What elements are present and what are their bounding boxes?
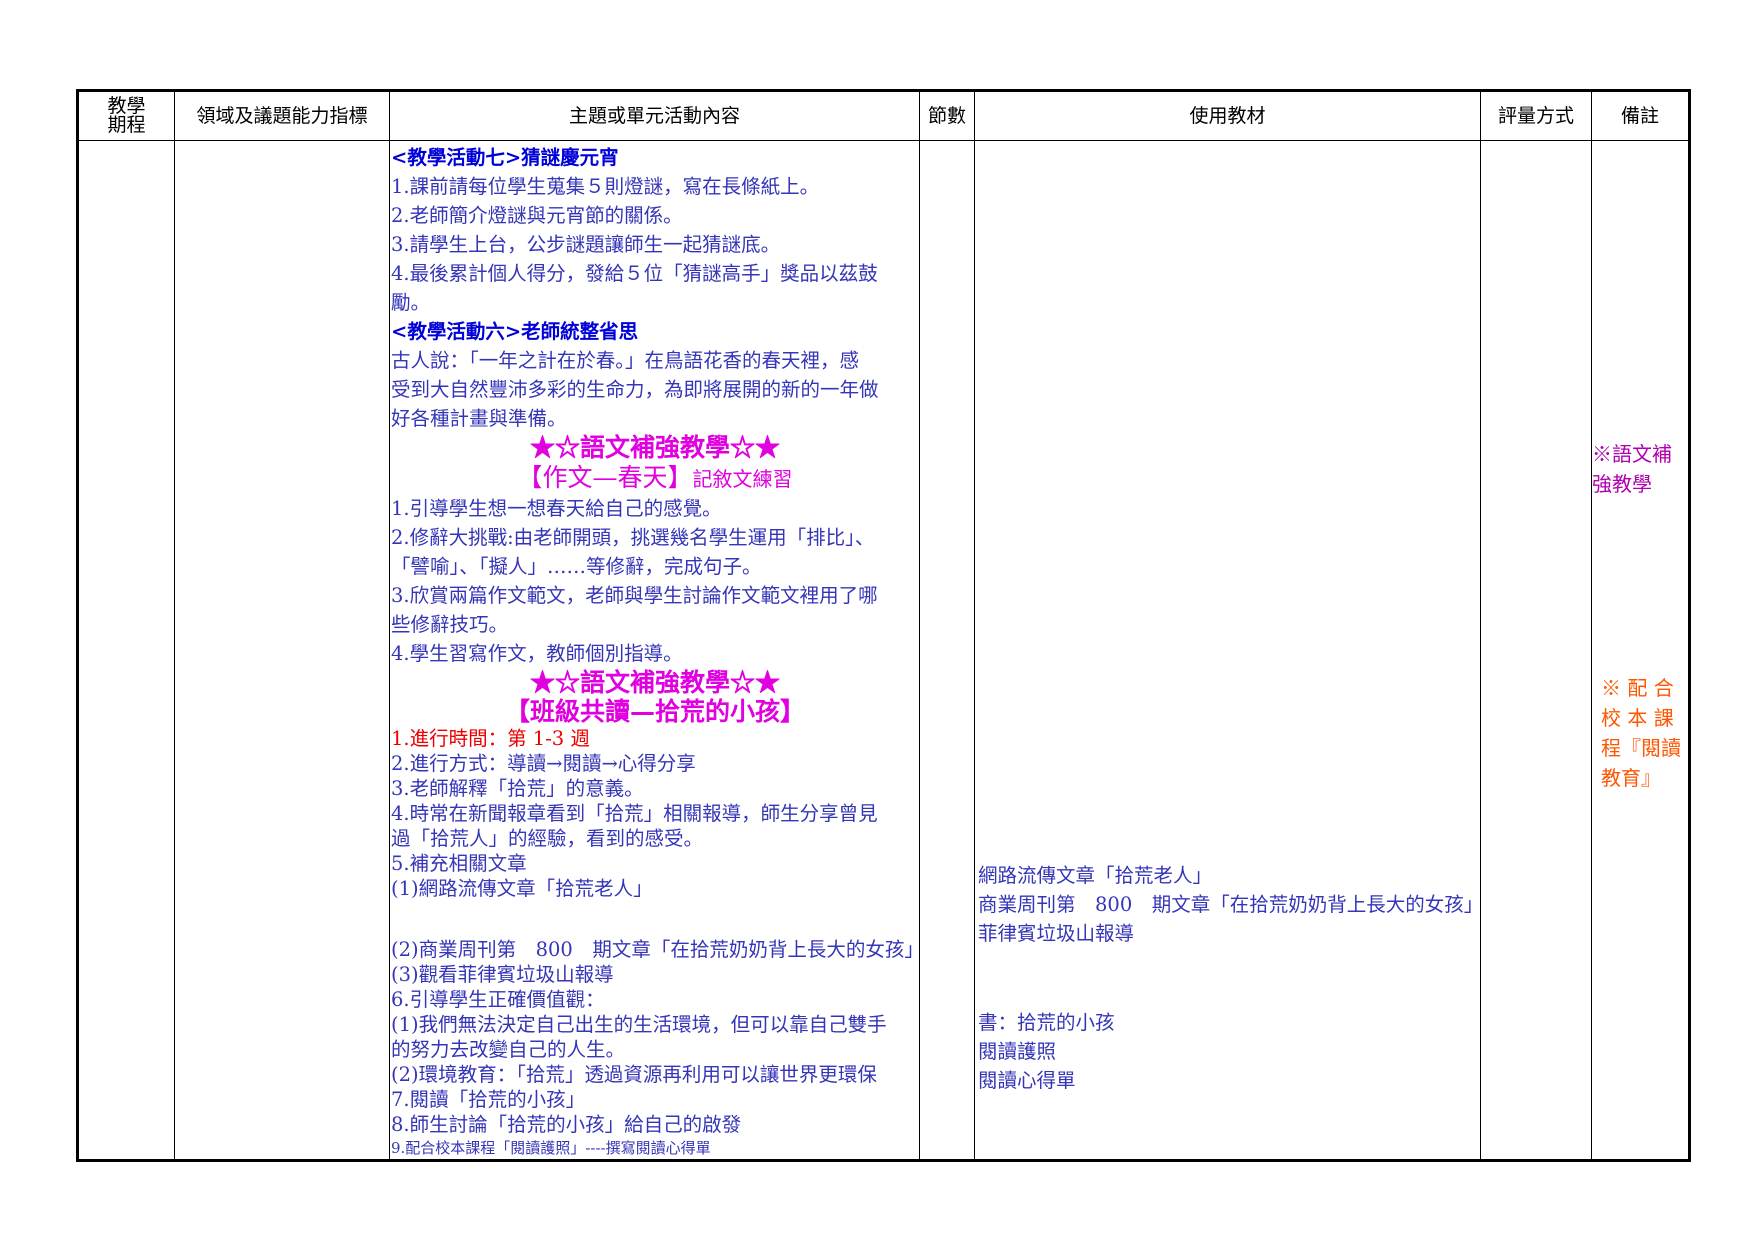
remark-language-support: ※語文補	[1592, 442, 1672, 466]
reading-title: 【班級共讀—拾荒的小孩】	[504, 697, 805, 726]
activity6-text: 受到大自然豐沛多彩的生命力，為即將展開的新的一年做	[391, 378, 879, 401]
material-item: 網路流傳文章「拾荒老人」	[978, 864, 1213, 887]
header-remarks: 備註	[1591, 90, 1690, 141]
activity7-step: 3.請學生上台，公步謎題讓師生一起猜謎底。	[391, 233, 781, 256]
remark-school-curriculum: ※ 配 合	[1601, 676, 1674, 700]
banner-language-support-2: ★☆語文補強教學☆★	[529, 668, 780, 697]
reading-step: 3.老師解釋「拾荒」的意義。	[391, 777, 644, 800]
essay-heading: 【作文—春天】記敘文練習	[391, 463, 919, 494]
header-indicators: 領域及議題能力指標	[174, 90, 390, 141]
reading-step: 4.時常在新聞報章看到「拾荒」相關報導，師生分享曾見	[391, 802, 878, 825]
reading-step: 7.閱讀「拾荒的小孩」	[391, 1088, 586, 1111]
content-cell: <教學活動七>猜謎慶元宵 1.課前請每位學生蒐集５則燈謎，寫在長條紙上。 2.老…	[389, 140, 924, 1161]
period-cell	[77, 140, 175, 1161]
header-content: 主題或單元活動內容	[389, 90, 920, 141]
activity7-step: 4.最後累計個人得分，發給５位「猜謎高手」獎品以茲鼓	[391, 262, 878, 285]
remark-school-curriculum: 校 本 課	[1601, 706, 1674, 730]
reading-substep: (1)網路流傳文章「拾荒老人」	[391, 877, 653, 900]
remark-school-curriculum: 教育』	[1601, 766, 1661, 790]
reading-substep: 的努力去改變自己的人生。	[391, 1038, 626, 1061]
reading-step: 過「拾荒人」的經驗，看到的感受。	[391, 827, 704, 850]
activity7-step: 勵。	[391, 291, 431, 314]
material-item: 書：拾荒的小孩	[978, 1011, 1115, 1034]
activity7-title: <教學活動七>猜謎慶元宵	[391, 146, 619, 169]
body-row: <教學活動七>猜謎慶元宵 1.課前請每位學生蒐集５則燈謎，寫在長條紙上。 2.老…	[77, 140, 1690, 1161]
essay-step: 「譬喻」、「擬人」……等修辭，完成句子。	[391, 555, 762, 578]
header-sessions: 節數	[919, 90, 975, 141]
activity6-text: 古人說：「一年之計在於春。」在鳥語花香的春天裡，感	[391, 349, 860, 372]
reading-step: 6.引導學生正確價值觀：	[391, 988, 605, 1011]
assessment-cell	[1480, 140, 1592, 1161]
reading-time: 1.進行時間：第 1-3 週	[391, 727, 590, 750]
material-item: 閱讀心得單	[978, 1069, 1076, 1092]
header-row: 教學 期程 領域及議題能力指標 主題或單元活動內容 節數 使用教材 評量方式 備…	[77, 90, 1690, 141]
header-assessment: 評量方式	[1480, 90, 1592, 141]
material-item: 菲律賓垃圾山報導	[978, 922, 1135, 945]
essay-step: 些修辭技巧。	[391, 613, 509, 636]
essay-title: 【作文—春天】	[517, 463, 693, 492]
essay-step: 4.學生習寫作文，教師個別指導。	[391, 642, 683, 665]
sessions-cell	[919, 140, 975, 1161]
essay-step: 3.欣賞兩篇作文範文，老師與學生討論作文範文裡用了哪	[391, 584, 878, 607]
reading-substep: (2)商業周刊第 800 期文章「在拾荒奶奶背上長大的女孩」	[391, 938, 924, 961]
reading-step: 5.補充相關文章	[391, 852, 527, 875]
essay-type: 記敘文練習	[692, 467, 793, 491]
material-item: 閱讀護照	[978, 1040, 1057, 1063]
remarks-cell: ※語文補 強教學 ※ 配 合 校 本 課 程『閱讀 教育』	[1591, 140, 1690, 1161]
reading-substep: (1)我們無法決定自己出生的生活環境，但可以靠自己雙手	[391, 1013, 887, 1036]
reading-step: 8.師生討論「拾荒的小孩」給自己的啟發	[391, 1113, 742, 1136]
lesson-plan-table: 教學 期程 領域及議題能力指標 主題或單元活動內容 節數 使用教材 評量方式 備…	[76, 89, 1691, 1162]
remark-language-support: 強教學	[1592, 472, 1652, 496]
activity7-step: 1.課前請每位學生蒐集５則燈謎，寫在長條紙上。	[391, 175, 820, 198]
essay-step: 1.引導學生想一想春天給自己的感覺。	[391, 497, 722, 520]
header-materials: 使用教材	[974, 90, 1481, 141]
reading-substep: (3)觀看菲律賓垃圾山報導	[391, 963, 614, 986]
activity6-title: <教學活動六>老師統整省思	[391, 320, 639, 343]
banner-language-support: ★☆語文補強教學☆★	[529, 433, 780, 462]
activity6-text: 好各種計畫與準備。	[391, 407, 567, 430]
essay-step: 2.修辭大挑戰:由老師開頭，挑選幾名學生運用「排比」、	[391, 526, 875, 549]
material-item: 商業周刊第 800 期文章「在拾荒奶奶背上長大的女孩」	[978, 893, 1484, 916]
header-period: 教學 期程	[77, 90, 175, 141]
reading-step: 9.配合校本課程「閱讀護照」----撰寫閱讀心得單	[391, 1139, 711, 1157]
remark-school-curriculum: 程『閱讀	[1601, 736, 1681, 760]
materials-cell: 網路流傳文章「拾荒老人」 商業周刊第 800 期文章「在拾荒奶奶背上長大的女孩」…	[974, 140, 1484, 1161]
activity7-step: 2.老師簡介燈謎與元宵節的關係。	[391, 204, 683, 227]
indicators-cell	[174, 140, 390, 1161]
reading-step: 2.進行方式：導讀→閱讀→心得分享	[391, 752, 696, 775]
reading-substep: (2)環境教育：「拾荒」透過資源再利用可以讓世界更環保	[391, 1063, 877, 1086]
